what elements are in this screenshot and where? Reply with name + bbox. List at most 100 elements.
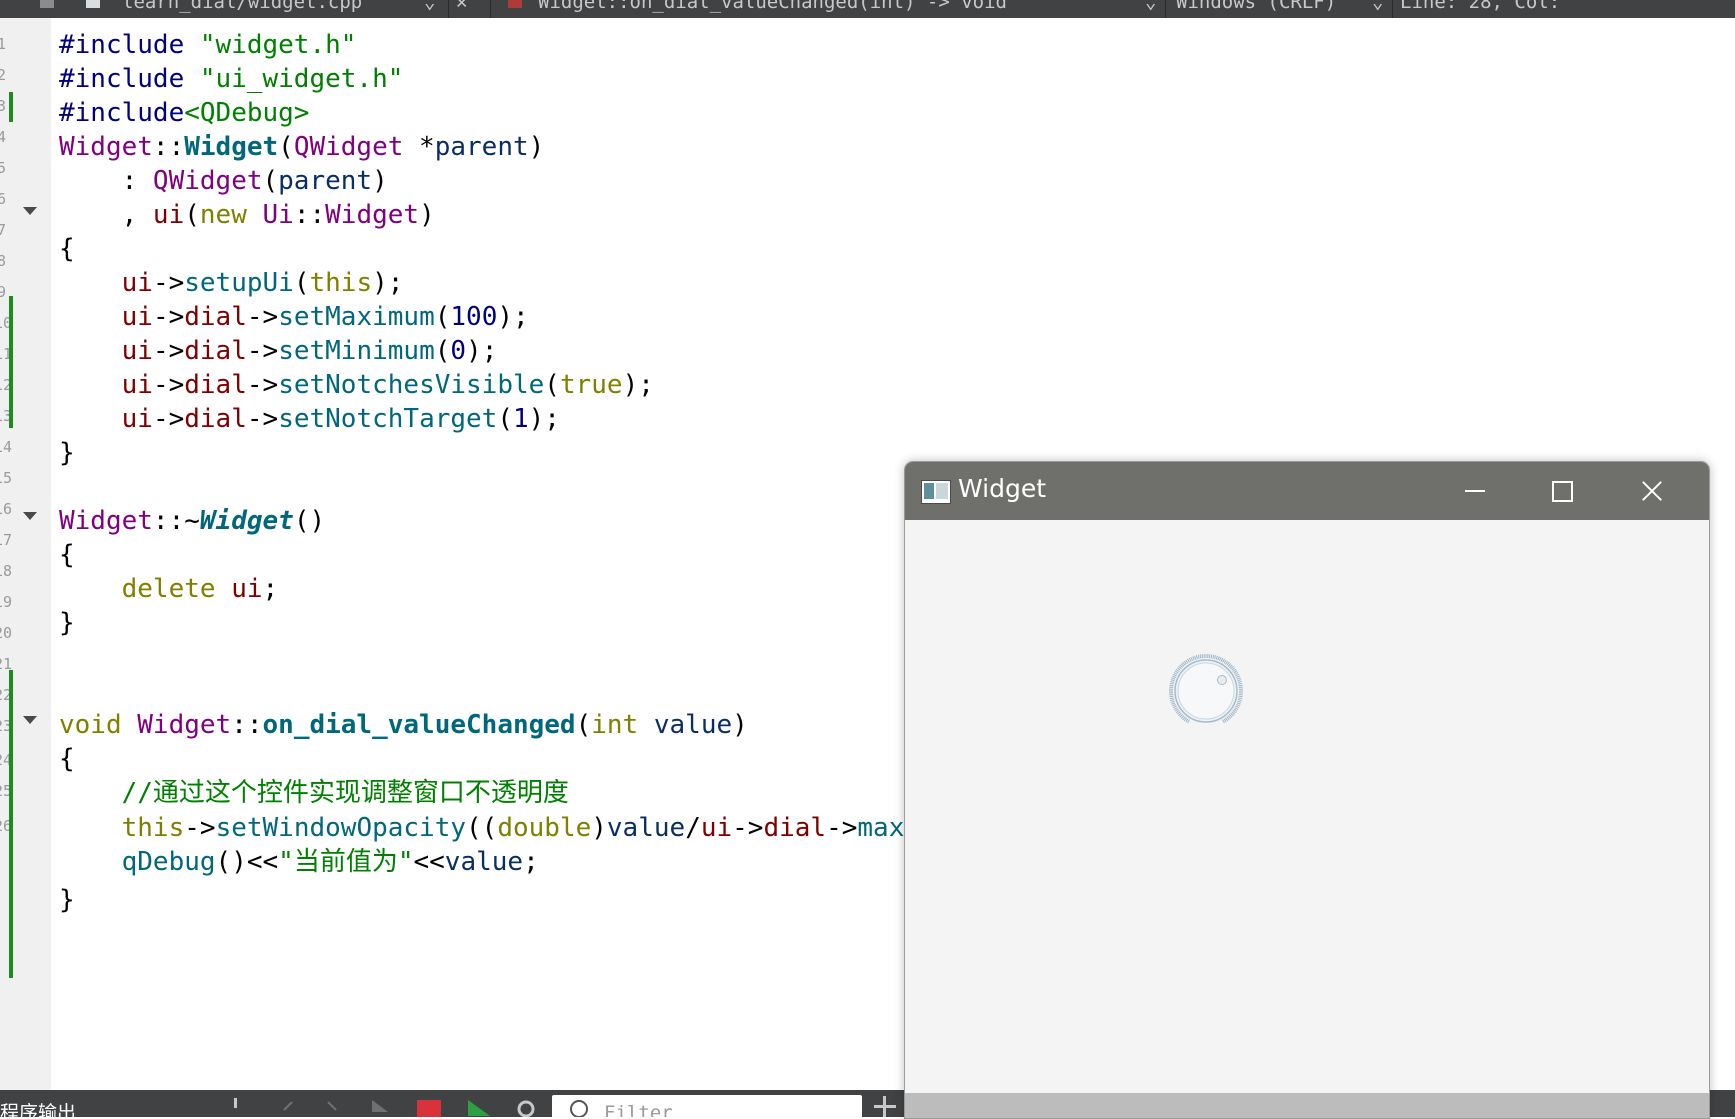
dial-notch	[1216, 656, 1217, 660]
code-line[interactable]: #include "ui_widget.h"	[59, 62, 403, 96]
run-disabled-icon[interactable]	[370, 1098, 390, 1117]
close-button[interactable]	[1607, 462, 1695, 520]
line-number: 12	[0, 376, 6, 394]
line-number: 6	[0, 190, 6, 208]
line-number: 15	[0, 469, 6, 487]
app-icon	[921, 480, 951, 504]
gear-icon[interactable]	[515, 1098, 537, 1117]
line-number: 26	[0, 817, 6, 835]
line-number: 8	[0, 252, 6, 270]
minimize-button[interactable]	[1431, 462, 1519, 520]
code-line[interactable]: ui->setupUi(this);	[59, 266, 403, 300]
fold-arrow-icon[interactable]	[23, 716, 37, 724]
line-endings-dropdown-icon[interactable]: ⌄	[1372, 0, 1383, 13]
dial-notch	[1186, 719, 1188, 722]
dial-notch	[1200, 654, 1201, 658]
dial-notch	[1169, 696, 1173, 697]
code-line[interactable]: ui->dial->setNotchTarget(1);	[59, 402, 560, 436]
dial-notch	[1239, 696, 1243, 697]
toolbar-icon[interactable]	[40, 0, 54, 8]
code-line[interactable]: , ui(new Ui::Widget)	[59, 198, 435, 232]
dial-control[interactable]	[1167, 652, 1245, 730]
code-line[interactable]: this->setWindowOpacity((double)value/ui-…	[59, 811, 1030, 845]
code-line[interactable]: ui->dial->setNotchesVisible(true);	[59, 368, 654, 402]
code-line[interactable]: }	[59, 606, 75, 640]
dial-notch	[1219, 657, 1221, 661]
close-document-icon[interactable]: ✕	[456, 0, 467, 13]
line-endings-selector[interactable]: Windows (CRLF)	[1176, 0, 1336, 13]
line-number: 18	[0, 562, 6, 580]
window-title-bar[interactable]: Widget	[905, 462, 1709, 520]
code-line[interactable]: {	[59, 742, 75, 776]
line-number: 25	[0, 782, 6, 800]
line-number: 19	[0, 593, 6, 611]
file-tab[interactable]: learn_dial/widget.cpp	[122, 0, 362, 13]
dial-notch	[1234, 671, 1237, 673]
next-icon[interactable]	[322, 1098, 342, 1117]
code-line[interactable]: Widget::Widget(QWidget *parent)	[59, 130, 544, 164]
line-number-gutter[interactable]: 1 2 3 4 5 6 7 8 9 10 11 12 13 14 15 16 1…	[0, 18, 51, 1090]
function-dropdown-icon[interactable]: ⌄	[1145, 0, 1156, 13]
code-line[interactable]: }	[59, 436, 75, 470]
dial-notch	[1186, 660, 1188, 663]
minimize-icon	[1465, 490, 1485, 492]
fold-arrow-icon[interactable]	[23, 512, 37, 520]
changed-line-marker	[9, 296, 13, 428]
dial-notch	[1170, 698, 1174, 699]
code-line[interactable]: {	[59, 232, 75, 266]
dial-notch	[1235, 708, 1238, 710]
dial-notch	[1235, 674, 1239, 676]
run-icon[interactable]	[466, 1098, 492, 1117]
editor-toolbar: learn_dial/widget.cpp ⌄ ✕ Widget::on_dia…	[0, 0, 1735, 18]
cursor-position[interactable]: Line: 28, Col:	[1400, 0, 1560, 13]
code-line[interactable]: delete ui;	[59, 572, 278, 606]
dial-notch	[1172, 704, 1176, 706]
add-icon[interactable]	[874, 1096, 896, 1117]
stop-icon[interactable]	[417, 1098, 441, 1117]
code-line[interactable]: #include "widget.h"	[59, 28, 356, 62]
changed-line-marker	[9, 670, 13, 978]
code-line[interactable]: //通过这个控件实现调整窗口不透明度	[59, 776, 569, 810]
dial-notch	[1171, 703, 1175, 704]
dial-notch	[1171, 680, 1175, 681]
file-dropdown-icon[interactable]: ⌄	[424, 0, 435, 13]
code-line[interactable]: qDebug()<<"当前值为"<<value;	[59, 845, 539, 879]
dial-notch	[1238, 683, 1242, 684]
dial-notch	[1195, 656, 1196, 660]
code-line[interactable]: {	[59, 538, 75, 572]
code-line[interactable]: #include<QDebug>	[59, 96, 309, 130]
code-line[interactable]: void Widget::on_dial_valueChanged(int va…	[59, 708, 748, 742]
line-number: 16	[0, 500, 6, 518]
maximize-button[interactable]	[1519, 462, 1607, 520]
dial-notch	[1175, 671, 1178, 673]
dial-notch	[1171, 678, 1175, 679]
dial-notch	[1236, 676, 1240, 678]
dial-notch	[1174, 708, 1177, 710]
line-number: 17	[0, 531, 6, 549]
dial-notch	[1170, 700, 1174, 701]
code-line[interactable]: ui->dial->setMinimum(0);	[59, 334, 497, 368]
code-line[interactable]: ui->dial->setMaximum(100);	[59, 300, 529, 334]
attach-icon[interactable]	[226, 1098, 246, 1117]
code-line[interactable]: Widget::~Widget()	[59, 504, 325, 538]
function-selector[interactable]: Widget::on_dial_valueChanged(int) -> voi…	[538, 0, 1007, 13]
line-number: 7	[0, 221, 6, 239]
dial-notch	[1238, 698, 1242, 699]
dial-notch	[1170, 683, 1174, 684]
code-line[interactable]: }	[59, 883, 75, 917]
output-panel-title[interactable]: 程序输出	[0, 1098, 76, 1117]
dial-notch	[1169, 685, 1173, 686]
dial-notch	[1234, 709, 1237, 711]
dial-notch	[1175, 709, 1178, 711]
dial-notch	[1223, 720, 1225, 723]
filter-input[interactable]: Filter	[552, 1095, 862, 1117]
fold-arrow-icon[interactable]	[23, 207, 37, 215]
dial-notch	[1171, 701, 1175, 702]
line-number: 4	[0, 128, 6, 146]
previous-icon[interactable]	[278, 1098, 298, 1117]
dial-notch	[1238, 700, 1242, 701]
line-number: 9	[0, 283, 6, 301]
widget-window[interactable]: Widget	[904, 461, 1710, 1119]
dial-notch	[1235, 706, 1239, 708]
code-line[interactable]: : QWidget(parent)	[59, 164, 388, 198]
